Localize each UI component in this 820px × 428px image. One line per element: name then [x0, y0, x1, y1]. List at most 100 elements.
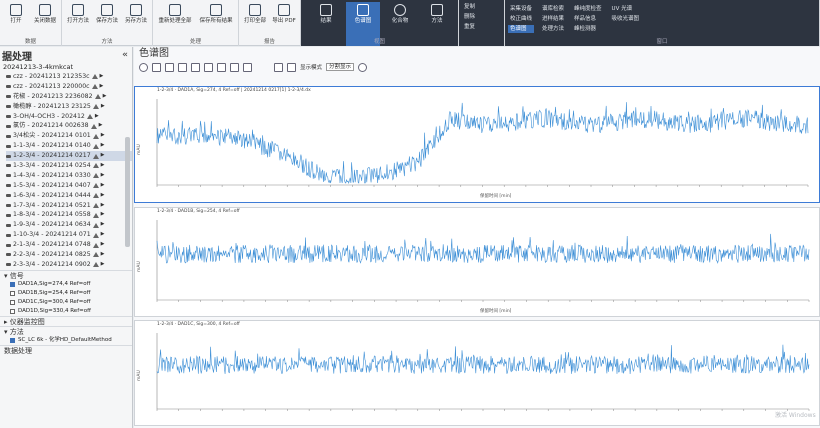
- peak-icon-2[interactable]: [178, 62, 187, 72]
- window-injection[interactable]: 进样结果: [540, 15, 566, 23]
- window-proc-method[interactable]: 处理方法: [540, 25, 566, 33]
- sample-icon: [6, 144, 11, 148]
- print-icon: [249, 4, 261, 16]
- data-processing-panel: 据处理 « 20241213-3-4kmkcat czz - 20241213 …: [0, 47, 133, 428]
- checkbox[interactable]: [10, 290, 15, 296]
- watermark: 激活 Windows: [775, 412, 816, 419]
- sample-icon: [6, 223, 11, 227]
- sample-item[interactable]: 1-7-3/4 - 20241214 0521 ▶: [6, 201, 132, 211]
- sample-item[interactable]: 3-OH/4-OCH3 - 202412 ▶: [6, 112, 132, 122]
- signal-item[interactable]: DAD1A,Sig=274,4 Ref=off: [0, 280, 132, 289]
- window-absorption[interactable]: 吸收光谱图: [610, 15, 642, 23]
- play-icon: ▶: [100, 241, 105, 248]
- baseline-icon[interactable]: [230, 62, 239, 72]
- window-chromatogram[interactable]: 色谱图: [508, 25, 535, 33]
- warning-icon: [92, 203, 99, 209]
- delete-button[interactable]: 删除: [462, 13, 501, 21]
- zoom-out-icon[interactable]: [139, 62, 148, 72]
- sample-icon: [6, 204, 11, 208]
- warning-icon: [92, 262, 99, 268]
- checkbox[interactable]: [10, 299, 15, 305]
- sample-item[interactable]: 2-1-3/4 - 20241214 0748 ▶: [6, 240, 132, 250]
- tree-scrollbar[interactable]: [125, 137, 130, 247]
- warning-icon: [91, 74, 98, 80]
- sample-item[interactable]: 花椒 - 20241213 2236082 ▶: [6, 92, 132, 102]
- window-sample-info[interactable]: 样品信息: [572, 15, 604, 23]
- sample-item[interactable]: 1-10-3/4 - 20241214 071 ▶: [6, 230, 132, 240]
- sample-icon: [6, 105, 11, 109]
- data-section[interactable]: 数据处理: [0, 344, 132, 355]
- peak-icon-4[interactable]: [204, 62, 213, 72]
- integrate-icon[interactable]: [243, 62, 252, 72]
- window-peak-detector[interactable]: 峰检测器: [572, 25, 604, 33]
- sample-item[interactable]: 1-8-3/4 - 20241214 0558 ▶: [6, 210, 132, 220]
- signal-item[interactable]: DAD1B,Sig=254,4 Ref=off: [0, 289, 132, 298]
- sample-item[interactable]: 1-5-3/4 - 20241214 0407 ▶: [6, 181, 132, 191]
- signal-item[interactable]: DAD1D,Sig=330,4 Ref=off: [0, 307, 132, 316]
- checkbox[interactable]: [10, 308, 15, 314]
- warning-icon: [86, 114, 93, 119]
- overlay-icon[interactable]: [287, 62, 296, 72]
- sample-item[interactable]: 1-9-3/4 - 20241214 0634 ▶: [6, 220, 132, 230]
- sample-item[interactable]: 2-3-3/4 - 20241214 0902 ▶: [6, 260, 132, 270]
- peak-icon-1[interactable]: [165, 62, 174, 72]
- window-calibration[interactable]: 校正曲线: [508, 15, 534, 23]
- sample-item[interactable]: 1-1-3/4 - 20241214 0140 ▶: [6, 141, 132, 151]
- instrument-section[interactable]: ▸ 仪器监控图: [0, 315, 132, 326]
- copy-button[interactable]: 复制: [462, 3, 501, 11]
- save-as-icon: [130, 4, 142, 16]
- window-purity[interactable]: 峰纯度检查: [572, 5, 604, 13]
- play-icon: ▶: [100, 142, 105, 149]
- window-uv[interactable]: UV 光谱: [610, 5, 642, 13]
- collapse-icon[interactable]: «: [122, 50, 128, 60]
- sample-item[interactable]: 2-2-3/4 - 20241214 0825 ▶: [6, 250, 132, 260]
- chromatogram-trace: [156, 344, 810, 375]
- play-icon: ▶: [100, 181, 105, 188]
- signal-section[interactable]: ▾ 信号: [0, 269, 132, 280]
- sample-item[interactable]: czz - 20241213 220000c ▶: [6, 82, 132, 92]
- sample-icon: [6, 194, 11, 198]
- autoscale-icon[interactable]: [152, 62, 161, 72]
- sample-item[interactable]: 1-6-3/4 - 20241214 0444 ▶: [6, 191, 132, 201]
- x-axis-label: 保留时间 [min]: [480, 309, 512, 314]
- chromatogram-trace: [156, 233, 810, 264]
- warning-icon: [91, 84, 98, 90]
- method-item[interactable]: SC_LC 6k - 化学HD_DefaultMethod: [0, 336, 132, 345]
- chromatogram-plot-3[interactable]: 1-2-3/4 · DAD1C, Sig=300, 4 Ref=off mAU …: [134, 320, 820, 426]
- sample-icon: [6, 154, 11, 158]
- sample-item[interactable]: czz - 20241213 212353c ▶: [6, 72, 132, 82]
- warning-icon: [92, 242, 99, 248]
- sample-item[interactable]: 1-2-3/4 - 20241214 0217 ▶: [6, 151, 132, 162]
- sample-item[interactable]: 3/4松尖 - 20241214 0101 ▶: [6, 131, 132, 141]
- sample-tree: czz - 20241213 212353c ▶ czz - 20241213 22…: [0, 72, 132, 270]
- sample-item[interactable]: 1-3-3/4 - 20241214 0254 ▶: [6, 161, 132, 171]
- display-mode-select[interactable]: 分割显示: [326, 63, 355, 71]
- image-icon[interactable]: [274, 62, 283, 72]
- window-library[interactable]: 谱库检索: [540, 5, 566, 13]
- chromatogram-plot-1[interactable]: 1-2-3/4 · DAD1A, Sig=274, 4 Ref=off | 20…: [134, 86, 820, 203]
- pdf-icon: [278, 4, 290, 16]
- display-mode-label: 显示模式: [300, 65, 323, 71]
- tree-root[interactable]: 20241213-3-4kmkcat: [0, 63, 132, 72]
- sample-item[interactable]: 氯仿 - 20241214 002638 ▶: [6, 121, 132, 131]
- sample-item[interactable]: 1-4-3/4 - 20241214 0330 ▶: [6, 171, 132, 181]
- method-section[interactable]: ▾ 方法: [0, 325, 132, 336]
- signal-item[interactable]: DAD1C,Sig=300,4 Ref=off: [0, 298, 132, 307]
- y-axis-label: mAU: [137, 144, 142, 155]
- ribbon-group-window: 采集设备 校正曲线 色谱图 谱库检索 进样结果 处理方法 峰纯度检查 样品信息 …: [505, 0, 820, 46]
- open-icon: [10, 4, 22, 16]
- sample-icon: [6, 174, 11, 178]
- settings-gear-icon[interactable]: [358, 62, 368, 72]
- chromatogram-plot-2[interactable]: 1-2-3/4 · DAD1B, Sig=254, 4 Ref=off mAU …: [134, 207, 820, 317]
- checkbox[interactable]: [10, 281, 15, 287]
- play-icon: ▶: [100, 251, 105, 258]
- folder-icon: [39, 4, 51, 16]
- duplicate-button[interactable]: 重复: [462, 23, 501, 31]
- window-acq-device[interactable]: 采集设备: [508, 5, 534, 13]
- play-icon: ▶: [100, 231, 105, 238]
- peak-icon-3[interactable]: [191, 62, 200, 72]
- chart-icon: [357, 4, 369, 16]
- warning-icon: [92, 163, 99, 169]
- sample-item[interactable]: 橄榄醇 - 20241213 23125 ▶: [6, 102, 132, 112]
- peak-icon-5[interactable]: [217, 62, 226, 72]
